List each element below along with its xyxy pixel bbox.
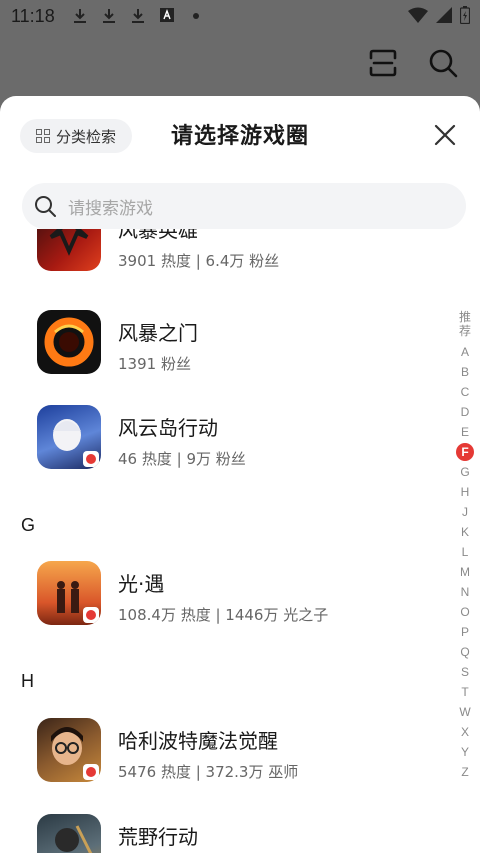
game-stats: 1391 粉丝 <box>118 355 191 373</box>
game-stats: 5476 热度 | 372.3万 巫师 <box>118 763 299 781</box>
game-list: 风暴英雄 3901 热度 | 6.4万 粉丝 风暴之门 1391 粉丝 风云岛行… <box>0 229 440 853</box>
sheet-title: 请选择游戏圈 <box>170 124 309 149</box>
list-item[interactable]: 风云岛行动 46 热度 | 9万 粉丝 <box>0 392 440 482</box>
game-name: 光·遇 <box>118 572 165 596</box>
index-recommend[interactable]: 推荐 <box>450 310 480 338</box>
game-name: 风暴英雄 <box>118 229 198 242</box>
game-thumbnail <box>37 310 101 374</box>
download-icon <box>103 9 115 23</box>
index-letter-g[interactable]: G <box>450 462 480 482</box>
status-time: 11:18 <box>11 6 55 26</box>
game-name: 荒野行动 <box>118 825 198 849</box>
game-name: 哈利波特魔法觉醒 <box>118 729 278 753</box>
index-letter-f-active[interactable]: F <box>450 442 480 462</box>
index-letter-p[interactable]: P <box>450 622 480 642</box>
section-header-g: G <box>21 515 36 535</box>
game-thumbnail <box>37 561 101 625</box>
section-header-h: H <box>21 671 34 691</box>
game-thumbnail <box>37 405 101 469</box>
index-letter-j[interactable]: J <box>450 502 480 522</box>
list-item[interactable]: 哈利波特魔法觉醒 5476 热度 | 372.3万 巫师 <box>0 705 440 795</box>
download-icon <box>132 9 144 23</box>
search-placeholder: 请搜索游戏 <box>68 198 153 219</box>
index-letter-o[interactable]: O <box>450 602 480 622</box>
index-letter-s[interactable]: S <box>450 662 480 682</box>
index-letter-a[interactable]: A <box>450 342 480 362</box>
download-icon <box>74 9 86 23</box>
index-letter-c[interactable]: C <box>450 382 480 402</box>
index-letter-k[interactable]: K <box>450 522 480 542</box>
game-circle-sheet: 分类检索 请选择游戏圈 请搜索游戏 风暴英雄 3901 热度 | 6.4万 粉丝… <box>0 96 480 853</box>
game-thumbnail <box>37 718 101 782</box>
list-item[interactable]: 光·遇 108.4万 热度 | 1446万 光之子 <box>0 548 440 638</box>
list-item[interactable]: 风暴英雄 3901 热度 | 6.4万 粉丝 <box>0 229 440 284</box>
search-icon <box>35 196 56 217</box>
status-bar: 11:18 <box>0 0 480 34</box>
index-letter-w[interactable]: W <box>450 702 480 722</box>
game-stats: 3901 热度 | 6.4万 粉丝 <box>118 252 280 270</box>
game-name: 风云岛行动 <box>118 416 218 440</box>
index-letter-h[interactable]: H <box>450 482 480 502</box>
index-letter-z[interactable]: Z <box>450 762 480 782</box>
list-item[interactable]: 风暴之门 1391 粉丝 <box>0 297 440 387</box>
dot-icon <box>193 13 199 19</box>
close-icon[interactable] <box>434 124 456 146</box>
game-thumbnail <box>37 229 101 271</box>
index-letter-x[interactable]: X <box>450 722 480 742</box>
index-letter-y[interactable]: Y <box>450 742 480 762</box>
search-input[interactable]: 请搜索游戏 <box>22 183 466 229</box>
index-letter-e[interactable]: E <box>450 422 480 442</box>
search-icon[interactable] <box>428 48 458 78</box>
index-letter-t[interactable]: T <box>450 682 480 702</box>
background-header <box>368 48 458 78</box>
app-a-icon <box>160 8 174 22</box>
signal-icon <box>436 7 452 23</box>
wifi-icon <box>408 7 428 23</box>
game-thumbnail <box>37 814 101 853</box>
index-letter-d[interactable]: D <box>450 402 480 422</box>
game-stats: 108.4万 热度 | 1446万 光之子 <box>118 606 329 624</box>
index-letter-l[interactable]: L <box>450 542 480 562</box>
index-letter-n[interactable]: N <box>450 582 480 602</box>
game-name: 风暴之门 <box>118 321 198 345</box>
index-letter-m[interactable]: M <box>450 562 480 582</box>
game-stats: 46 热度 | 9万 粉丝 <box>118 450 246 468</box>
scan-icon[interactable] <box>368 48 398 78</box>
index-letter-b[interactable]: B <box>450 362 480 382</box>
alphabet-index[interactable]: 推荐 A B C D E F G H J K L M N O P Q S T W… <box>450 310 480 782</box>
battery-icon <box>460 6 470 24</box>
index-letter-q[interactable]: Q <box>450 642 480 662</box>
list-item[interactable]: 荒野行动 <box>0 801 440 853</box>
